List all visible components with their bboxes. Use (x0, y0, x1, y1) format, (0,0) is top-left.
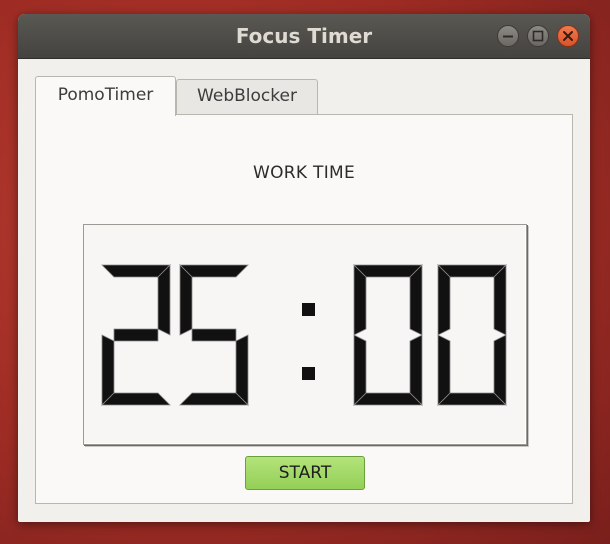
lcd-colon-dot (302, 303, 315, 316)
lcd-digit-seconds-tens (353, 264, 423, 406)
title-bar[interactable]: Focus Timer (18, 14, 590, 59)
minimize-icon (503, 35, 513, 38)
pomotimer-panel: WORK TIME START (35, 114, 573, 504)
lcd-segment-f (179, 264, 193, 336)
lcd-digit-minutes-ones (179, 264, 249, 406)
lcd-segment-b (157, 264, 171, 336)
lcd-digits (101, 264, 507, 406)
lcd-segment-d (101, 392, 171, 406)
start-button[interactable]: START (245, 456, 365, 490)
close-icon (563, 31, 573, 41)
lcd-display (83, 224, 527, 445)
lcd-segment-e (437, 334, 451, 406)
app-window: Focus Timer PomoTimer WebBlocker WORK TI… (18, 14, 590, 522)
lcd-segment-f (353, 264, 367, 336)
lcd-digit-minutes-tens (101, 264, 171, 406)
lcd-segment-g (191, 328, 237, 342)
lcd-segment-e (353, 334, 367, 406)
lcd-colon-dot (302, 367, 315, 380)
lcd-segment-f (437, 264, 451, 336)
lcd-segment-d (179, 392, 249, 406)
timer-mode-label: WORK TIME (252, 163, 356, 183)
lcd-segment-b (409, 264, 423, 336)
minimize-button[interactable] (497, 25, 519, 47)
tab-webblocker[interactable]: WebBlocker (176, 79, 318, 114)
lcd-segment-g (113, 328, 159, 342)
maximize-icon (532, 30, 544, 42)
lcd-digit-seconds-ones (437, 264, 507, 406)
maximize-button[interactable] (527, 25, 549, 47)
lcd-segment-b (493, 264, 507, 336)
tab-pomotimer[interactable]: PomoTimer (35, 76, 176, 116)
close-button[interactable] (557, 25, 579, 47)
